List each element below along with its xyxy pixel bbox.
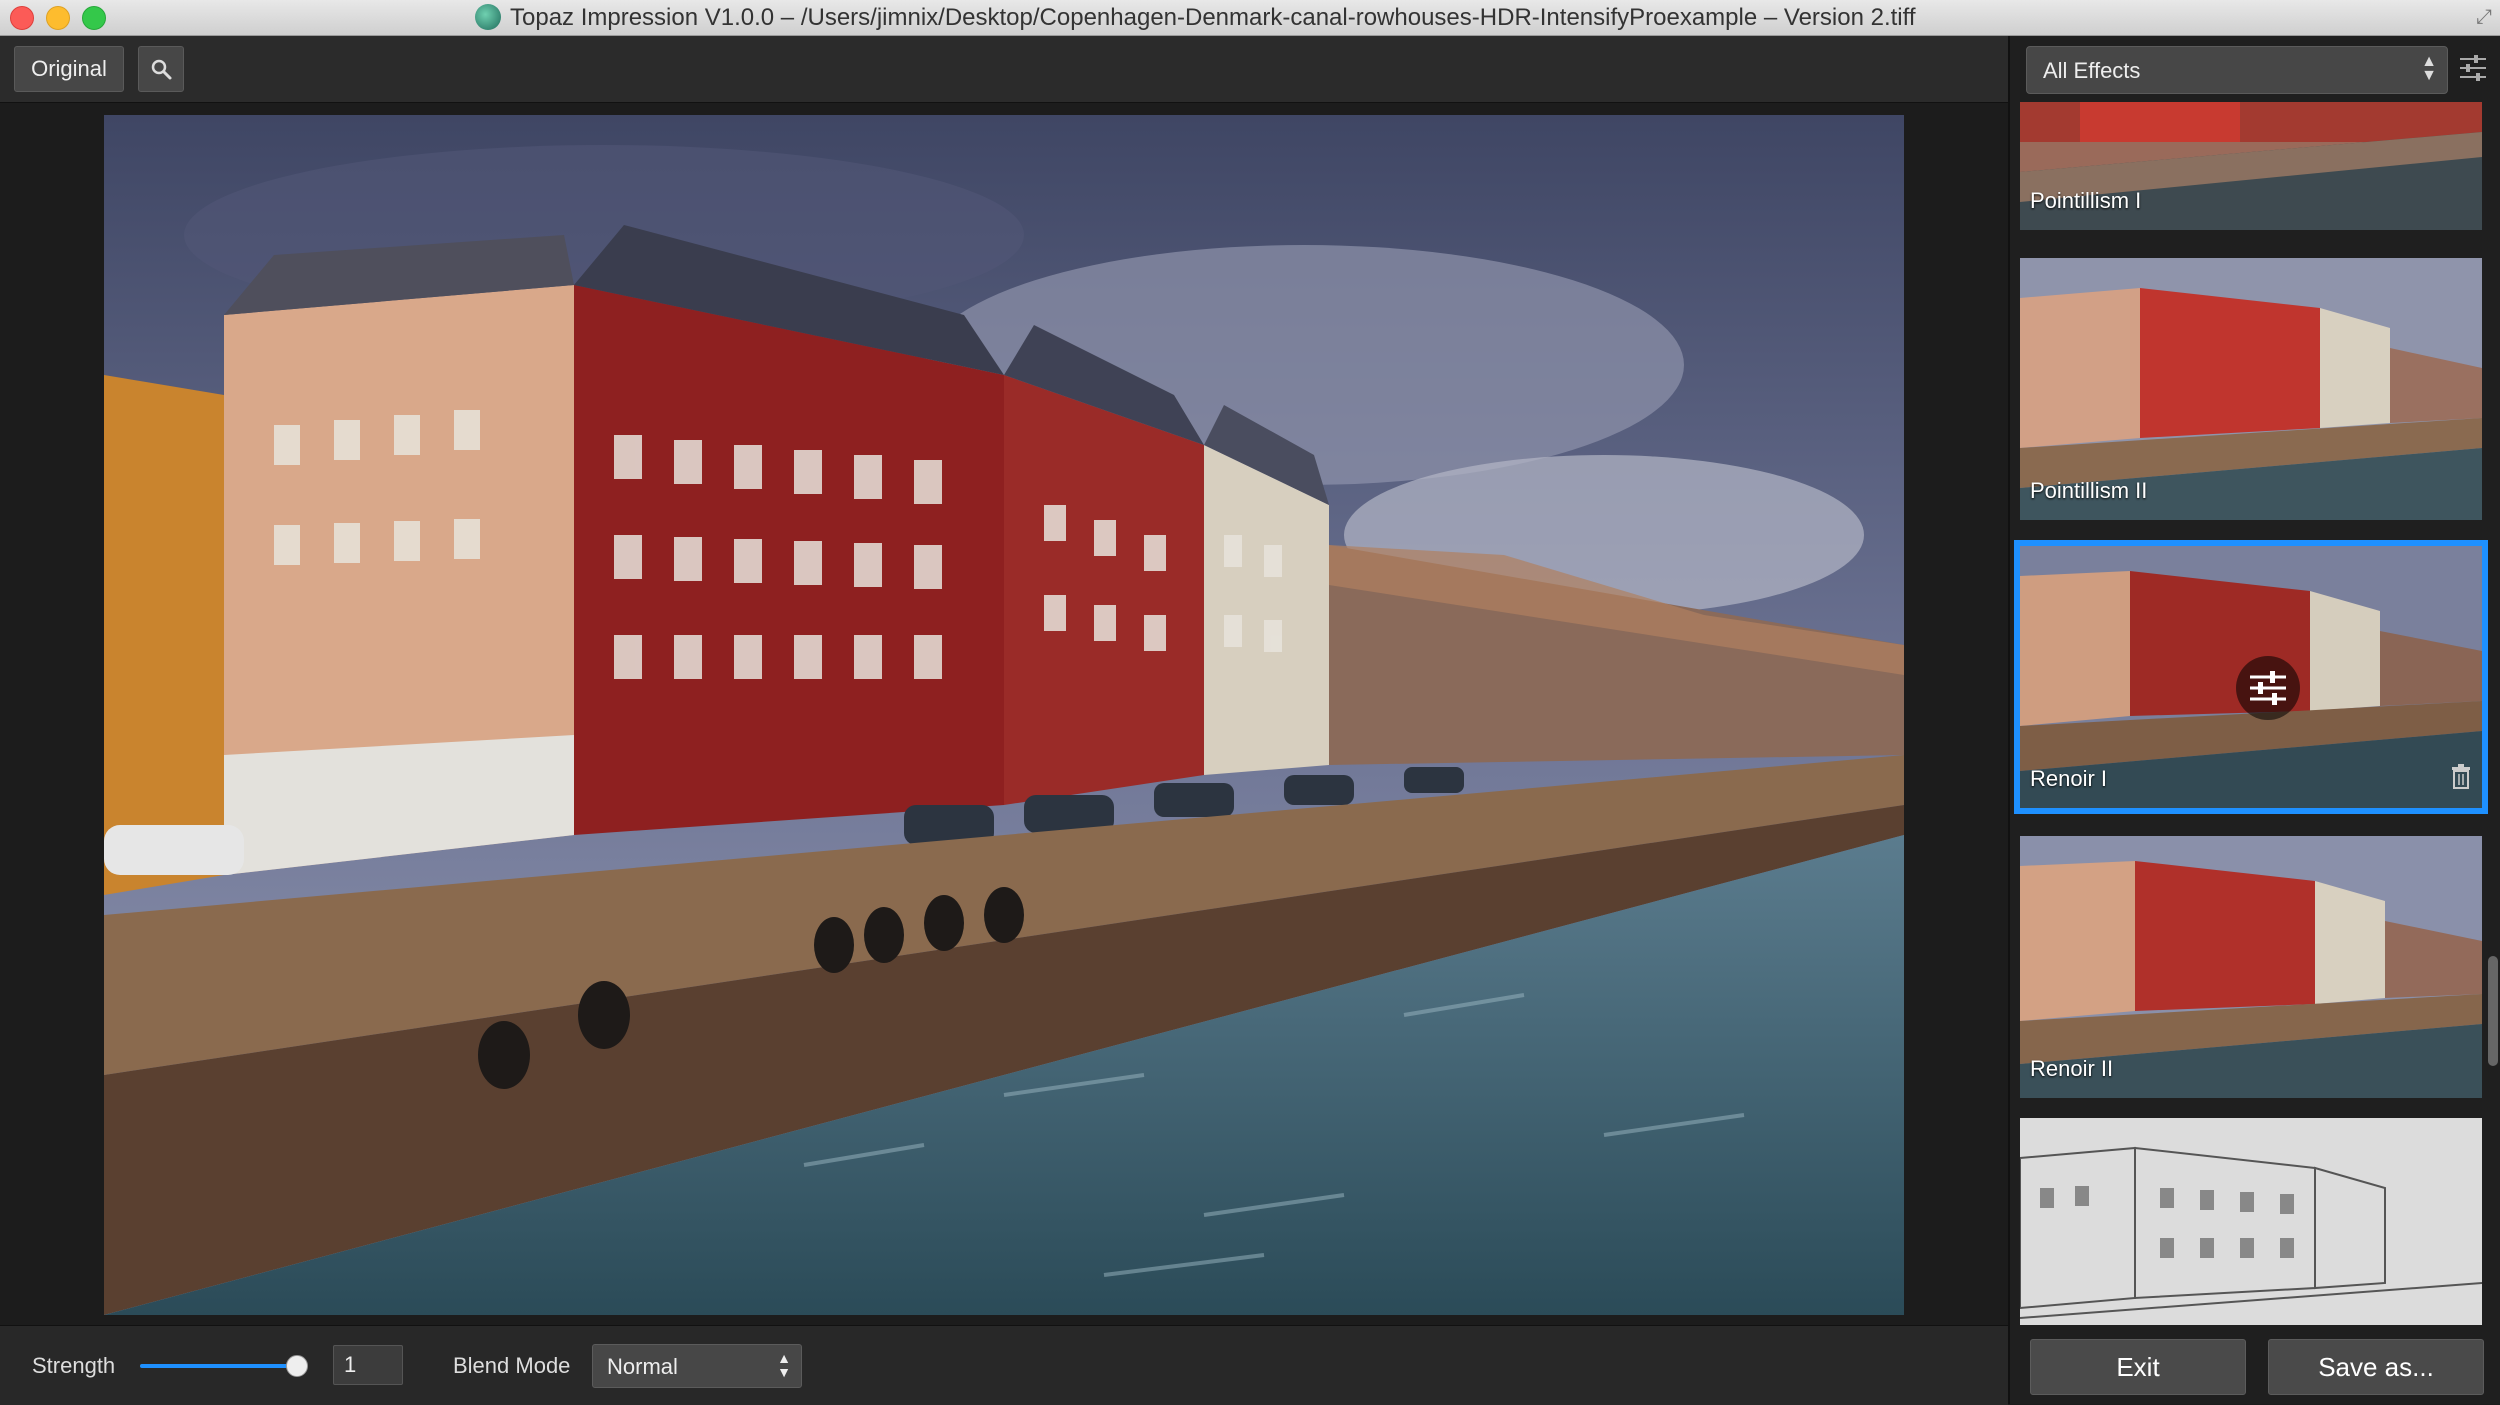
strength-slider-track[interactable] [140, 1364, 300, 1368]
adjust-effect-button[interactable] [2236, 656, 2300, 720]
window-title: Topaz Impression V1.0.0 – /Users/jimnix/… [510, 4, 1916, 31]
action-bar: Exit Save as... [2008, 1325, 2500, 1404]
top-toolbar: Original [0, 36, 2008, 103]
effect-label: Pointillism I [2030, 188, 2142, 213]
blend-mode-select[interactable]: Normal ▲ ▼ [592, 1344, 802, 1388]
effects-filter-select[interactable]: All Effects ▲ ▼ [2026, 46, 2448, 94]
sidebar-scrollbar[interactable] [2488, 956, 2498, 1066]
blend-mode-value: Normal [607, 1354, 678, 1379]
preview-area [0, 103, 2008, 1325]
effect-thumbnail[interactable]: Pointillism II [2020, 258, 2482, 520]
effects-sidebar: All Effects ▲ ▼ Pointillism I Pointillis… [2008, 36, 2500, 1404]
chevron-updown-icon: ▲ ▼ [777, 1350, 791, 1380]
zoom-button[interactable] [138, 46, 184, 92]
strength-slider-knob[interactable] [286, 1355, 308, 1377]
exit-button[interactable]: Exit [2030, 1339, 2246, 1395]
fullscreen-icon[interactable]: ⤢ [2476, 6, 2492, 29]
minimize-window-button[interactable] [46, 6, 70, 30]
strength-label: Strength [32, 1353, 116, 1378]
preview-image[interactable] [104, 115, 1904, 1315]
effects-filter-value: All Effects [2043, 58, 2141, 83]
effect-thumbnail[interactable]: Renoir II [2020, 836, 2482, 1098]
close-window-button[interactable] [10, 6, 34, 30]
original-button[interactable]: Original [14, 46, 124, 92]
magnifier-icon [151, 59, 172, 80]
strength-value-input[interactable]: 1 [333, 1345, 403, 1385]
window-titlebar: Topaz Impression V1.0.0 – /Users/jimnix/… [0, 0, 2500, 36]
bottom-controls: Strength 1 Blend Mode Normal ▲ ▼ [0, 1325, 2008, 1405]
sliders-icon [2250, 671, 2286, 705]
trash-icon[interactable] [2450, 763, 2472, 794]
settings-sliders-icon[interactable] [2458, 54, 2488, 87]
blend-mode-label: Blend Mode [453, 1353, 571, 1378]
effect-thumbnail[interactable] [2020, 1118, 2482, 1326]
effect-thumbnail-selected[interactable]: Renoir I [2014, 540, 2488, 814]
effect-thumbnail[interactable]: Pointillism I [2020, 102, 2482, 230]
save-as-button[interactable]: Save as... [2268, 1339, 2484, 1395]
chevron-updown-icon: ▲ ▼ [2421, 53, 2437, 84]
effect-label: Renoir II [2030, 1056, 2114, 1081]
effect-label: Pointillism II [2030, 478, 2148, 503]
app-logo-icon [475, 4, 501, 30]
zoom-window-button[interactable] [82, 6, 106, 30]
effect-label: Renoir I [2030, 766, 2108, 791]
